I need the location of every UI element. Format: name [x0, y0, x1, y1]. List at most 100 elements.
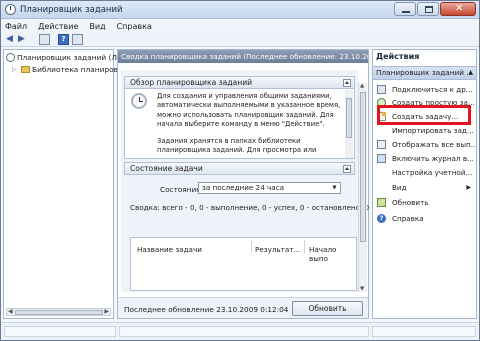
refresh-button[interactable]: Обновить	[292, 301, 363, 316]
action-refresh[interactable]: Обновить	[373, 196, 476, 208]
menu-action[interactable]: Действие	[38, 22, 78, 31]
action-account-settings[interactable]: Настройка учетной...	[373, 166, 476, 178]
tree-item-label: Планировщик заданий (Лок	[17, 52, 126, 62]
import-task-icon	[377, 126, 386, 135]
summary-header: Сводка планировщика заданий (Последнее о…	[118, 50, 368, 63]
overview-paragraph: Задания хранятся в папках библиотеки пла…	[157, 137, 317, 155]
title-bar[interactable]: Планировщик заданий ✕	[1, 1, 479, 19]
tree-item-label: Библиотека планировщ	[32, 64, 125, 74]
scroll-left-icon[interactable]: ◀	[8, 308, 13, 315]
account-settings-icon	[377, 168, 386, 177]
connect-icon	[377, 84, 386, 94]
collapse-icon[interactable]	[343, 79, 351, 87]
actions-title: Действия	[373, 50, 476, 64]
status-segment	[4, 326, 116, 337]
clock-icon	[5, 4, 16, 15]
console-tree: Планировщик заданий (Лок ▷ Библиотека пл…	[3, 49, 126, 319]
help-icon: ?	[377, 213, 386, 223]
help-icon[interactable]: ?	[58, 34, 69, 45]
column-header-start[interactable]: Начало выпо	[309, 245, 356, 263]
status-period-select[interactable]: за последние 24 часа ▼	[198, 182, 341, 194]
task-status-section-title: Состояние задачи	[130, 164, 203, 173]
task-status-section-header[interactable]: Состояние задачи	[124, 162, 355, 175]
action-label: Включить журнал в...	[392, 153, 474, 163]
menu-help[interactable]: Справка	[117, 22, 152, 31]
column-divider[interactable]	[251, 240, 252, 253]
back-arrow-icon[interactable]: ◀	[6, 34, 17, 45]
view-icon	[377, 183, 386, 192]
expand-arrow-icon[interactable]: ▷	[12, 66, 19, 73]
clock-icon	[131, 93, 147, 109]
window-controls: ✕	[393, 2, 476, 16]
action-connect[interactable]: Подключиться к др...	[373, 83, 476, 95]
overview-scrollbar[interactable]	[345, 90, 353, 158]
action-label: Справка	[392, 213, 424, 223]
column-header-task-name[interactable]: Название задачи	[137, 245, 202, 254]
maximize-button[interactable]	[417, 2, 439, 16]
scroll-up-icon[interactable]: ▲	[360, 83, 364, 89]
action-import-task[interactable]: Импортировать зад...	[373, 124, 476, 136]
status-bar	[1, 322, 479, 340]
chevron-down-icon: ▼	[332, 185, 337, 191]
maximize-icon	[425, 6, 433, 13]
scroll-thumb[interactable]	[346, 98, 352, 138]
column-divider[interactable]	[304, 240, 305, 253]
tasks-summary: Сводка: всего - 0, 0 - выполнение, 0 - у…	[130, 203, 385, 212]
close-icon: ✕	[455, 3, 464, 14]
create-task-highlight	[377, 105, 471, 125]
menu-view[interactable]: Вид	[89, 22, 105, 31]
toolbar: ◀ ▶ ?	[1, 33, 479, 47]
scroll-thumb[interactable]	[15, 310, 103, 315]
status-period-value: за последние 24 часа	[202, 183, 285, 192]
menu-file[interactable]: Файл	[5, 22, 27, 31]
action-label: Подключиться к др...	[392, 84, 473, 94]
action-enable-log[interactable]: Включить журнал в...	[373, 152, 476, 164]
action-view[interactable]: Вид ▶	[373, 181, 476, 193]
status-segment	[372, 326, 476, 337]
refresh-icon	[377, 197, 386, 207]
action-help[interactable]: ? Справка	[373, 212, 476, 224]
tree-horizontal-scrollbar[interactable]: ◀ ▶	[6, 308, 111, 316]
overview-section-title: Обзор планировщика заданий	[130, 78, 253, 87]
window-title: Планировщик заданий	[20, 5, 123, 15]
menu-bar: Файл Действие Вид Справка	[1, 19, 479, 33]
scroll-down-icon[interactable]: ▼	[360, 286, 364, 292]
collapse-icon[interactable]: ▲	[468, 67, 473, 79]
column-header-result[interactable]: Результат...	[255, 245, 300, 254]
show-hide-action-pane-icon[interactable]	[72, 34, 83, 45]
task-scheduler-window: Планировщик заданий ✕ Файл Действие Вид …	[0, 0, 480, 341]
minimize-icon	[402, 11, 410, 13]
tree-item-task-scheduler-local[interactable]: Планировщик заданий (Лок	[6, 52, 126, 62]
scroll-right-icon[interactable]: ▶	[104, 308, 109, 315]
summary-footer: Последнее обновление 23.10.2009 0:12:04 …	[118, 297, 368, 318]
action-label: Обновить	[392, 197, 429, 207]
minimize-button[interactable]	[394, 2, 416, 16]
last-update-text: Последнее обновление 23.10.2009 0:12:04	[124, 305, 289, 314]
action-display-running[interactable]: Отображать все вып...	[373, 138, 476, 150]
overview-section-header[interactable]: Обзор планировщика заданий	[124, 76, 355, 89]
show-hide-console-tree-icon[interactable]	[39, 34, 50, 45]
overview-paragraph: Для создания и управления общими задания…	[157, 92, 341, 128]
overview-section: Для создания и управления общими задания…	[124, 89, 355, 159]
forward-arrow-icon[interactable]: ▶	[18, 34, 29, 45]
scroll-thumb[interactable]	[360, 92, 366, 242]
summary-scrollbar[interactable]: ▲ ▼	[358, 83, 367, 292]
submenu-arrow-icon: ▶	[466, 183, 471, 191]
clock-icon	[6, 52, 15, 62]
actions-pane: Действия Планировщик заданий ... ▲ Подкл…	[372, 49, 477, 319]
action-label: Настройка учетной...	[392, 167, 473, 177]
collapse-icon[interactable]	[343, 165, 351, 173]
actions-group-header[interactable]: Планировщик заданий ... ▲	[373, 66, 476, 80]
display-running-icon	[377, 139, 386, 149]
actions-group-label: Планировщик заданий ...	[376, 68, 474, 77]
tree-item-task-scheduler-library[interactable]: ▷ Библиотека планировщ	[6, 64, 125, 74]
action-label: Импортировать зад...	[392, 125, 474, 135]
task-status-table: Название задачи Результат... Начало выпо	[130, 237, 357, 291]
action-label: Вид	[392, 182, 407, 192]
folder-icon	[21, 65, 30, 73]
close-button[interactable]: ✕	[440, 2, 476, 16]
overview-description: Для создания и управления общими задания…	[157, 92, 342, 156]
summary-pane: Сводка планировщика заданий (Последнее о…	[117, 49, 385, 319]
action-label: Отображать все вып...	[392, 139, 476, 149]
status-segment	[119, 326, 369, 337]
